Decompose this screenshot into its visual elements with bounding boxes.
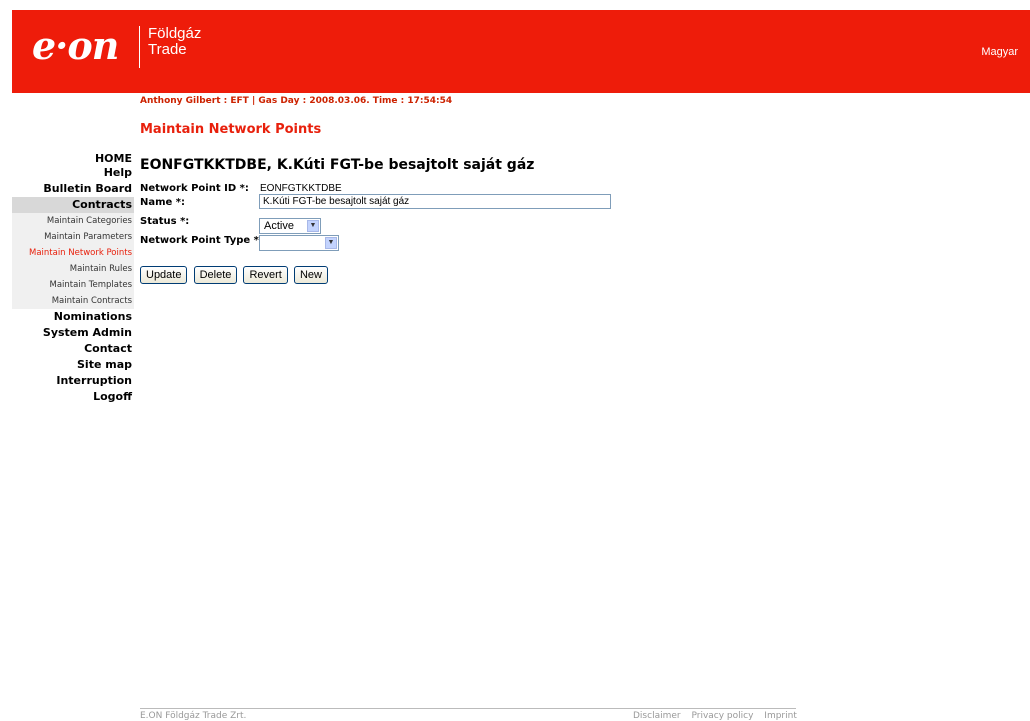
revert-button[interactable]: Revert xyxy=(243,266,288,284)
nav-interruption[interactable]: Interruption xyxy=(12,373,134,389)
action-buttons: Update Delete Revert New xyxy=(140,263,329,284)
session-info: Anthony Gilbert : EFT | Gas Day : 2008.0… xyxy=(140,96,453,106)
nav-nominations[interactable]: Nominations xyxy=(12,309,134,325)
main-content: EONFGTKKTDBE, K.Kúti FGT-be besajtolt sa… xyxy=(140,157,611,284)
update-button[interactable]: Update xyxy=(140,266,188,284)
nav-site-map[interactable]: Site map xyxy=(12,357,134,373)
footer-divider xyxy=(140,708,796,709)
sidebar-nav: HOME Help Bulletin Board Contracts Maint… xyxy=(12,152,134,405)
nav-system-admin[interactable]: System Admin xyxy=(12,325,134,341)
nav-help[interactable]: Help xyxy=(12,165,134,181)
nav-contracts[interactable]: Contracts xyxy=(12,197,134,213)
record-title: EONFGTKKTDBE, K.Kúti FGT-be besajtolt sa… xyxy=(140,157,535,173)
chevron-down-icon: ▼ xyxy=(325,237,337,249)
subnav-maintain-rules[interactable]: Maintain Rules xyxy=(12,261,134,277)
header-banner: e·on Földgáz Trade Magyar xyxy=(12,10,1030,93)
network-point-id-label: Network Point ID *: xyxy=(140,183,249,194)
name-label: Name *: xyxy=(140,197,186,208)
footer-imprint-link[interactable]: Imprint xyxy=(764,711,797,721)
chevron-down-icon: ▼ xyxy=(307,220,319,232)
nav-contact[interactable]: Contact xyxy=(12,341,134,357)
footer-links: Disclaimer Privacy policy Imprint xyxy=(625,711,797,721)
footer-disclaimer-link[interactable]: Disclaimer xyxy=(633,711,681,721)
name-input[interactable]: K.Kúti FGT-be besajtolt saját gáz xyxy=(259,194,611,209)
footer-privacy-link[interactable]: Privacy policy xyxy=(691,711,753,721)
brand-subtitle-line1: Földgáz xyxy=(148,25,202,42)
subnav-maintain-network-points[interactable]: Maintain Network Points xyxy=(12,245,134,261)
eon-logo: e·on xyxy=(32,23,119,68)
status-select[interactable]: Active ▼ xyxy=(259,218,321,234)
logo-divider xyxy=(139,26,140,68)
page-title: Maintain Network Points xyxy=(140,122,322,137)
subnav-maintain-templates[interactable]: Maintain Templates xyxy=(12,277,134,293)
subnav-maintain-parameters[interactable]: Maintain Parameters xyxy=(12,229,134,245)
network-point-type-select[interactable]: ▼ xyxy=(259,235,339,251)
nav-bulletin-board[interactable]: Bulletin Board xyxy=(12,181,134,197)
network-point-type-label: Network Point Type *: xyxy=(140,235,263,246)
subnav-maintain-contracts[interactable]: Maintain Contracts xyxy=(12,293,134,309)
brand-subtitle: Földgáz Trade xyxy=(148,26,201,58)
status-label: Status *: xyxy=(140,216,190,227)
subnav-maintain-categories[interactable]: Maintain Categories xyxy=(12,213,134,229)
brand-subtitle-line2: Trade xyxy=(148,41,187,58)
nav-logoff[interactable]: Logoff xyxy=(12,389,134,405)
status-select-value: Active xyxy=(264,220,294,232)
nav-home[interactable]: HOME xyxy=(12,152,134,165)
new-button[interactable]: New xyxy=(293,266,328,284)
delete-button[interactable]: Delete xyxy=(193,266,238,284)
network-point-id-value: EONFGTKKTDBE xyxy=(260,183,342,194)
contracts-submenu: Maintain Categories Maintain Parameters … xyxy=(12,213,134,309)
footer-company: E.ON Földgáz Trade Zrt. xyxy=(140,711,247,721)
language-link[interactable]: Magyar xyxy=(981,46,1018,58)
